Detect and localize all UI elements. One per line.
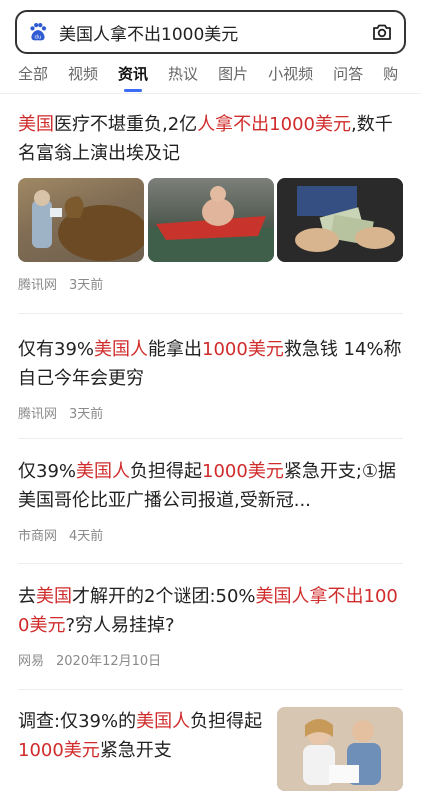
headline-keyword: 1000美元: [202, 339, 284, 360]
tab-5[interactable]: 小视频: [268, 58, 313, 92]
result-time: 3天前: [69, 407, 104, 422]
result-headline[interactable]: 仅有39%美国人能拿出1000美元救急钱 14%称自己今年会更穷: [18, 335, 403, 393]
thumbnail-strip: [18, 178, 403, 262]
thumbnail-couple-bills[interactable]: [277, 707, 403, 791]
camera-icon[interactable]: [370, 20, 394, 44]
divider: [18, 689, 403, 690]
svg-text:du: du: [35, 34, 42, 40]
divider: [18, 313, 403, 314]
headline-keyword: 1000美元: [18, 740, 100, 761]
headline-text: 去: [18, 586, 36, 607]
result-headline[interactable]: 美国医疗不堪重负,2亿人拿不出1000美元,数千名富翁上演出埃及记: [18, 110, 403, 168]
thumbnail-man-in-boat[interactable]: [147, 178, 274, 262]
headline-keyword: 1000美元: [202, 461, 284, 482]
headline-text: 仅有39%: [18, 339, 95, 360]
headline-text: 仅39%: [18, 461, 77, 482]
thumbnail-bull-statue[interactable]: [18, 178, 144, 262]
headline-text: 负担得起: [130, 461, 203, 482]
news-result-1[interactable]: 美国医疗不堪重负,2亿人拿不出1000美元,数千名富翁上演出埃及记 腾讯网 3天…: [18, 110, 403, 293]
tab-6[interactable]: 问答: [333, 58, 363, 92]
baidu-paw-icon: du: [30, 23, 47, 40]
search-input[interactable]: 美国人拿不出1000美元: [59, 20, 370, 45]
headline-text: 医疗不堪重负,2亿: [54, 114, 198, 135]
search-bar[interactable]: du 美国人拿不出1000美元: [15, 10, 406, 54]
result-time: 4天前: [69, 529, 104, 544]
headline-text: 能拿出: [148, 339, 203, 360]
headline-text: 紧急开支: [99, 740, 172, 761]
news-result-2[interactable]: 仅有39%美国人能拿出1000美元救急钱 14%称自己今年会更穷 腾讯网 3天前: [18, 335, 403, 422]
result-meta: 腾讯网 3天前: [18, 274, 403, 293]
headline-text: ?穷人易挂掉?: [65, 615, 175, 636]
divider: [18, 438, 403, 439]
result-meta: 市商网 4天前: [18, 525, 403, 544]
tab-7[interactable]: 购: [383, 58, 398, 92]
result-headline[interactable]: 仅39%美国人负担得起1000美元紧急开支;①据美国哥伦比亚广播公司报道,受新冠…: [18, 457, 403, 515]
result-time: 3天前: [69, 278, 104, 293]
tab-2[interactable]: 资讯: [118, 58, 148, 92]
headline-keyword: 美国人: [94, 339, 149, 360]
headline-keyword: 美国人: [76, 461, 131, 482]
headline-keyword: 人拿不出1000美元: [197, 114, 351, 135]
category-tabs: 全部 视频 资讯 热议 图片 小视频 问答购: [0, 58, 421, 92]
tab-0[interactable]: 全部: [18, 58, 48, 92]
result-meta: 网易 2020年12月10日: [18, 650, 403, 669]
divider: [0, 93, 421, 94]
headline-keyword: 美国: [18, 114, 54, 135]
tab-4[interactable]: 图片: [218, 58, 248, 92]
tab-1[interactable]: 视频: [68, 58, 98, 92]
headline-text: 负担得起: [190, 711, 263, 732]
result-source: 市商网: [18, 529, 58, 544]
result-time: 2020年12月10日: [56, 654, 162, 669]
headline-text: 调查:仅39%的: [18, 711, 137, 732]
result-source: 腾讯网: [18, 407, 58, 422]
result-meta: 腾讯网 3天前: [18, 403, 403, 422]
result-headline[interactable]: 去美国才解开的2个谜团:50%美国人拿不出1000美元?穷人易挂掉?: [18, 582, 403, 640]
news-result-3[interactable]: 仅39%美国人负担得起1000美元紧急开支;①据美国哥伦比亚广播公司报道,受新冠…: [18, 457, 403, 544]
news-result-4[interactable]: 去美国才解开的2个谜团:50%美国人拿不出1000美元?穷人易挂掉? 网易 20…: [18, 582, 403, 669]
tab-3[interactable]: 热议: [168, 58, 198, 92]
result-headline[interactable]: 调查:仅39%的美国人负担得起 1000美元紧急开支: [18, 707, 268, 765]
result-source: 腾讯网: [18, 278, 58, 293]
headline-text: 才解开的2个谜团:50%: [72, 586, 256, 607]
divider: [18, 563, 403, 564]
thumbnail-counting-cash[interactable]: [277, 178, 403, 262]
headline-keyword: 美国人: [136, 711, 191, 732]
headline-keyword: 美国: [36, 586, 72, 607]
news-result-5[interactable]: 调查:仅39%的美国人负担得起 1000美元紧急开支: [18, 707, 403, 800]
result-source: 网易: [18, 654, 45, 669]
